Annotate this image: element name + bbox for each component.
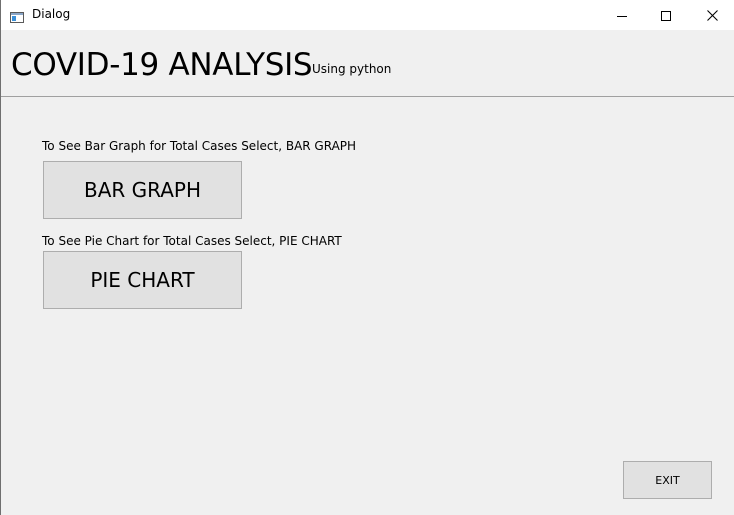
minimize-icon xyxy=(617,6,627,25)
dialog-app-icon xyxy=(10,8,24,23)
bar-graph-instruction: To See Bar Graph for Total Cases Select,… xyxy=(42,139,357,153)
header: COVID-19 ANALYSIS Using python xyxy=(1,30,734,97)
close-icon xyxy=(706,6,718,25)
header-divider xyxy=(1,96,734,97)
window-title: Dialog xyxy=(32,7,71,21)
pie-chart-instruction: To See Pie Chart for Total Cases Select,… xyxy=(42,234,342,248)
maximize-icon xyxy=(661,6,671,25)
title-bar[interactable]: Dialog xyxy=(1,0,734,30)
dialog-window: Dialog COVID-19 ANALYSIS Using python To… xyxy=(0,0,734,515)
pie-chart-button[interactable]: PIE CHART xyxy=(43,251,242,309)
exit-button[interactable]: EXIT xyxy=(623,461,712,499)
page-title: COVID-19 ANALYSIS xyxy=(11,47,313,83)
bar-graph-button[interactable]: BAR GRAPH xyxy=(43,161,242,219)
minimize-button[interactable] xyxy=(599,0,645,30)
close-button[interactable] xyxy=(689,0,734,30)
maximize-button[interactable] xyxy=(643,0,689,30)
page-subtitle: Using python xyxy=(312,62,392,76)
